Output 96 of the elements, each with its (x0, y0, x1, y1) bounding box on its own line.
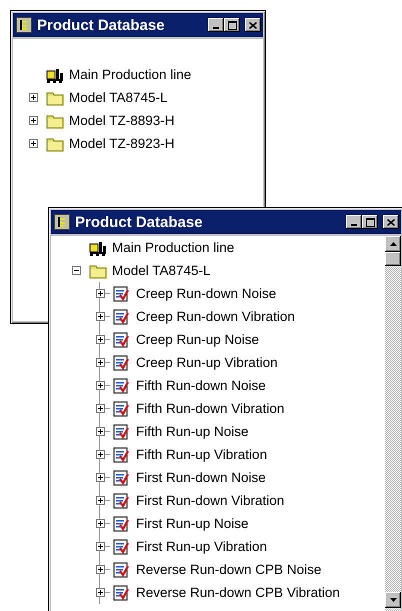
close-button[interactable] (245, 18, 261, 32)
plus-icon (96, 313, 104, 320)
tree-item[interactable]: First Run-down Vibration (136, 493, 284, 508)
tree-item[interactable]: Fifth Run-down Vibration (136, 401, 284, 416)
expand-button[interactable] (96, 588, 104, 597)
tree-item[interactable]: Main Production line (69, 67, 192, 82)
close-button[interactable] (383, 215, 399, 229)
collapse-button[interactable] (72, 266, 80, 275)
checklist-icon (113, 286, 129, 302)
up-arrow-icon (390, 242, 396, 246)
minimize-button[interactable] (346, 215, 362, 229)
plus-icon (30, 117, 36, 124)
checklist-icon (113, 538, 129, 554)
checklist-icon (113, 354, 129, 370)
tree-item[interactable]: Main Production line (112, 240, 234, 255)
tree-item[interactable]: Creep Run-down Vibration (136, 309, 295, 324)
checklist-icon (113, 332, 129, 348)
checklist-icon (113, 308, 129, 324)
window-title: Product Database (75, 214, 204, 230)
folder-icon (46, 90, 64, 106)
expand-button[interactable] (28, 93, 38, 102)
scrollbar[interactable] (385, 236, 401, 611)
expand-button[interactable] (96, 496, 104, 505)
expand-button[interactable] (96, 473, 104, 482)
plus-icon (96, 520, 104, 527)
plus-icon (30, 140, 36, 147)
expand-button[interactable] (28, 139, 38, 148)
tree-item[interactable]: Model TZ-8893-H (69, 113, 175, 128)
down-arrow-icon (390, 598, 396, 602)
maximize-button[interactable] (224, 18, 240, 32)
scroll-up-button[interactable] (385, 236, 401, 252)
expand-button[interactable] (96, 358, 104, 367)
checklist-icon (113, 378, 129, 394)
close-icon (249, 22, 257, 28)
plus-icon (96, 543, 104, 550)
tree-item[interactable]: Model TA8745-L (69, 90, 168, 105)
tree-item[interactable]: Fifth Run-up Noise (136, 424, 249, 439)
tree-item[interactable]: Fifth Run-up Vibration (136, 447, 268, 462)
folder-icon (89, 262, 107, 278)
tree-icon (54, 214, 70, 230)
minimize-button[interactable] (208, 18, 224, 32)
minus-icon (72, 267, 80, 274)
plus-icon (96, 428, 104, 435)
expand-button[interactable] (96, 335, 104, 344)
folder-icon (46, 136, 64, 152)
expand-button[interactable] (96, 565, 104, 574)
expand-button[interactable] (28, 116, 38, 125)
plus-icon (96, 451, 104, 458)
expand-button[interactable] (96, 381, 104, 390)
expand-button[interactable] (96, 312, 104, 321)
plus-icon (96, 359, 104, 366)
checklist-icon (113, 424, 129, 440)
checklist-icon (113, 584, 129, 600)
tree-item[interactable]: Reverse Run-down CPB Noise (136, 562, 322, 577)
checklist-icon (113, 400, 129, 416)
expand-button[interactable] (96, 519, 104, 528)
checklist-icon (113, 470, 129, 486)
tree-item[interactable]: Model TA8745-L (112, 263, 211, 278)
plus-icon (96, 290, 104, 297)
plus-icon (96, 336, 104, 343)
plus-icon (96, 497, 104, 504)
expand-button[interactable] (96, 542, 104, 551)
tree-item[interactable]: Fifth Run-down Noise (136, 378, 266, 393)
checklist-icon (113, 492, 129, 508)
tree-item[interactable]: First Run-down Noise (136, 470, 266, 485)
plus-icon (30, 94, 36, 101)
tree-item[interactable]: Creep Run-down Noise (136, 286, 276, 301)
tree-item[interactable]: Creep Run-up Vibration (136, 355, 278, 370)
tree-item[interactable]: First Run-up Noise (136, 516, 249, 531)
window-title: Product Database (37, 16, 166, 34)
checklist-icon (113, 516, 129, 532)
expand-button[interactable] (96, 450, 104, 459)
scroll-down-button[interactable] (385, 592, 401, 608)
plus-icon (96, 589, 104, 596)
checklist-icon (113, 562, 129, 578)
tree-item[interactable]: Reverse Run-down CPB Vibration (136, 585, 340, 600)
scroll-thumb[interactable] (385, 252, 401, 266)
plus-icon (96, 382, 104, 389)
maximize-icon (228, 20, 236, 30)
machine-icon (46, 66, 64, 82)
close-icon (387, 218, 395, 226)
tree-item[interactable]: Model TZ-8923-H (69, 136, 175, 151)
expand-button[interactable] (96, 427, 104, 436)
plus-icon (96, 405, 104, 412)
expand-button[interactable] (96, 289, 104, 298)
plus-icon (96, 474, 104, 481)
maximize-button[interactable] (362, 215, 378, 229)
maximize-icon (366, 218, 374, 226)
machine-icon (89, 240, 107, 256)
tree-item[interactable]: First Run-up Vibration (136, 539, 268, 554)
checklist-icon (113, 446, 129, 462)
tree-icon (16, 17, 32, 33)
tree-item[interactable]: Creep Run-up Noise (136, 332, 260, 347)
folder-icon (46, 112, 64, 128)
expand-button[interactable] (96, 404, 104, 413)
plus-icon (96, 566, 104, 573)
